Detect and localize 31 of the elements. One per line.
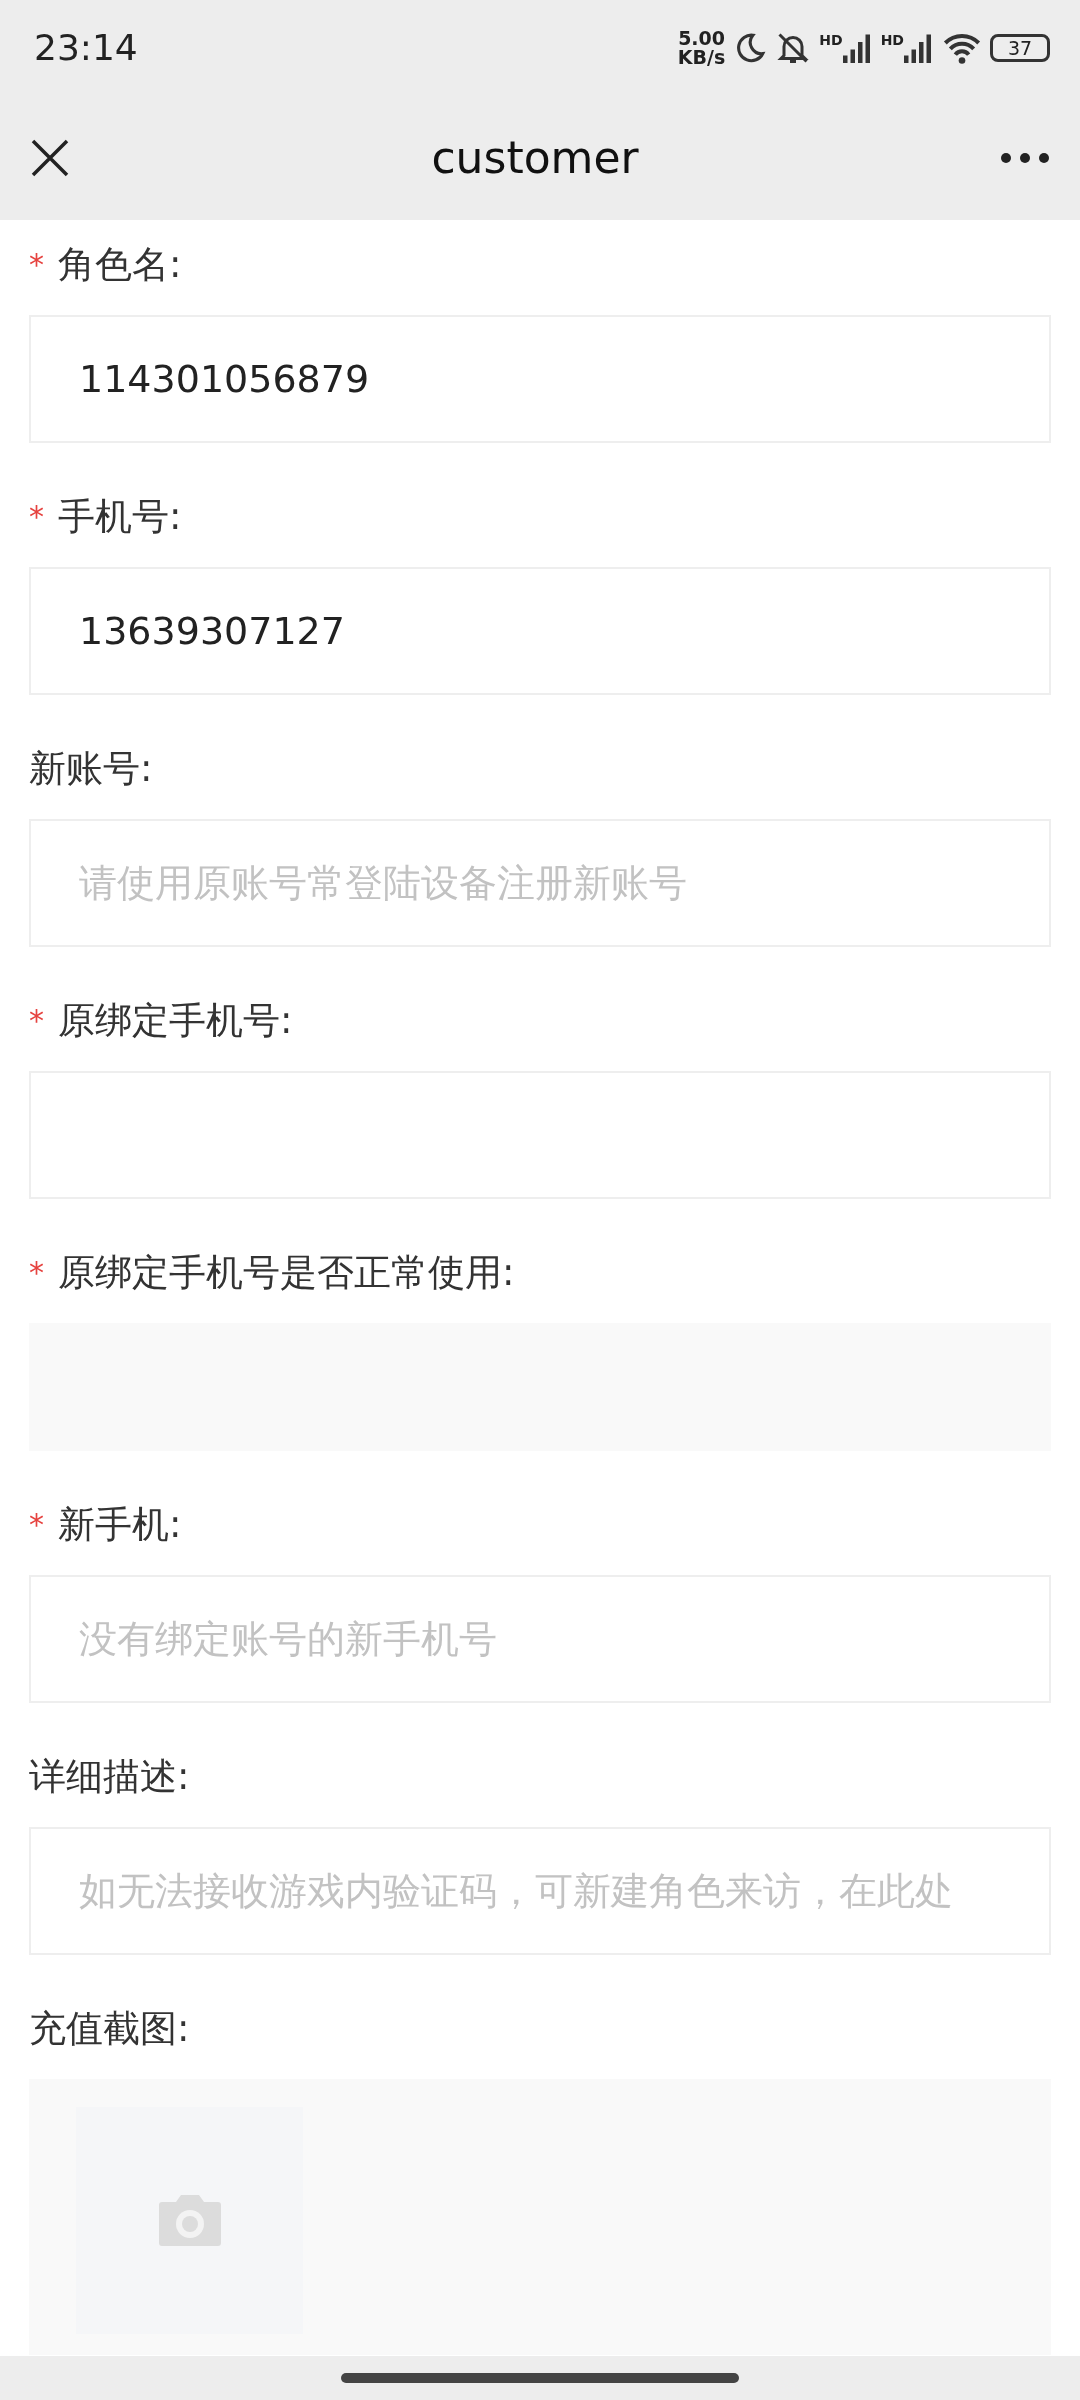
- battery-indicator: 37: [990, 33, 1050, 62]
- close-icon[interactable]: [30, 137, 70, 178]
- field-label: 手机号:: [58, 493, 182, 540]
- field-label: 新手机:: [58, 1501, 182, 1548]
- signal-icon: [904, 32, 934, 63]
- field-label: 新账号:: [29, 745, 153, 792]
- input-field[interactable]: 13639307127: [29, 567, 1051, 695]
- field-label: 原绑定手机号是否正常使用:: [58, 1249, 515, 1296]
- status-time: 23:14: [34, 25, 138, 70]
- page-title: customer: [431, 130, 639, 185]
- required-asterisk: *: [29, 1005, 44, 1036]
- camera-icon: [157, 2193, 222, 2248]
- input-field[interactable]: 114301056879: [29, 315, 1051, 443]
- input-field[interactable]: 没有绑定账号的新手机号: [29, 1575, 1051, 1703]
- upload-button[interactable]: [76, 2107, 303, 2334]
- field-label: 角色名:: [58, 241, 182, 288]
- input-field[interactable]: 请使用原账号常登陆设备注册新账号: [29, 819, 1051, 947]
- field-label: 原绑定手机号:: [58, 997, 293, 1044]
- network-type: HD: [880, 32, 904, 47]
- more-icon[interactable]: [1000, 151, 1050, 164]
- home-indicator[interactable]: [341, 2373, 739, 2383]
- required-asterisk: *: [29, 1509, 44, 1540]
- signal-icon: [842, 32, 873, 63]
- required-asterisk: *: [29, 501, 44, 532]
- required-asterisk: *: [29, 249, 44, 280]
- network-speed: 5.00 KB/s: [677, 28, 726, 67]
- input-field[interactable]: 如无法接收游戏内验证码，可新建角色来访，在此处: [29, 1827, 1051, 1955]
- field-label: 详细描述:: [29, 1753, 190, 1800]
- network-type: HD: [819, 32, 843, 47]
- field-label: 充值截图:: [29, 2005, 190, 2052]
- required-asterisk: *: [29, 1257, 44, 1288]
